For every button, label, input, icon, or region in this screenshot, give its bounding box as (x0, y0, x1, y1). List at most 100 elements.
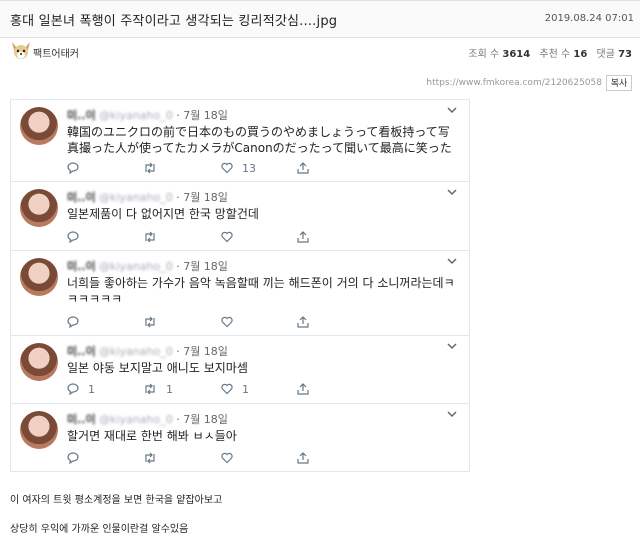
reply-icon (67, 452, 79, 465)
comments-count: 73 (618, 49, 632, 60)
retweet-button[interactable] (143, 161, 166, 175)
tweet-author-handle: @kiyanaho_0 (99, 260, 173, 273)
tweet-avatar (20, 189, 58, 227)
reply-icon (67, 316, 79, 329)
post-body-line: 이 여자의 트윗 평소계정을 보면 한국을 얕잡아보고 (10, 495, 223, 506)
tweet-avatar (20, 107, 58, 145)
likes-label: 추천 수 (539, 49, 571, 60)
share-icon (297, 452, 309, 464)
tweet-card: 미..이 @kiyanaho_0 · 7월 18일 너희들 좋아하는 가수가 음… (10, 250, 470, 336)
post-url[interactable]: https://www.fmkorea.com/2120625058 (426, 78, 602, 88)
author-name[interactable]: 팩트어태커 (33, 45, 79, 60)
tweet-author-name: 미..이 (67, 345, 96, 358)
tweet-author-name: 미..이 (67, 260, 96, 273)
retweet-button[interactable]: 1 (143, 382, 173, 396)
tweet-author-name: 미..이 (67, 413, 96, 426)
like-count: 1 (242, 382, 249, 396)
reply-icon (67, 162, 79, 175)
tweet-actions: 1 1 1 (67, 382, 367, 396)
share-button[interactable] (297, 230, 309, 243)
tweet-author-name: 미..이 (67, 109, 96, 122)
reply-button[interactable]: 1 (67, 382, 95, 396)
copy-url-button[interactable]: 복사 (606, 75, 632, 91)
tweet-header: 미..이 @kiyanaho_0 · 7월 18일 (67, 343, 228, 359)
post-stats: 조회 수 3614 추천 수 16 댓글 73 (468, 45, 632, 60)
tweet-header: 미..이 @kiyanaho_0 · 7월 18일 (67, 189, 228, 205)
post-date: 2019.08.24 07:01 (544, 13, 634, 24)
tweet-actions (67, 451, 367, 465)
share-icon (297, 162, 309, 174)
tweet-date: · 7월 18일 (176, 191, 228, 204)
like-button[interactable]: 13 (221, 161, 256, 175)
heart-icon (221, 383, 233, 395)
reply-button[interactable] (67, 230, 88, 244)
retweet-button[interactable] (143, 451, 166, 465)
heart-icon (221, 316, 233, 328)
share-button[interactable] (297, 161, 309, 174)
chevron-down-icon[interactable] (447, 106, 457, 114)
tweet-date: · 7월 18일 (176, 413, 228, 426)
retweet-button[interactable] (143, 315, 166, 329)
tweet-avatar (20, 411, 58, 449)
tweet-text: 할거면 재대로 한번 해봐 ㅂㅅ들아 (67, 429, 237, 443)
share-button[interactable] (297, 451, 309, 464)
tweet-text: 일본제품이 다 없어지면 한국 망할건데 (67, 207, 259, 221)
views-label: 조회 수 (468, 49, 500, 60)
reply-count: 1 (88, 382, 95, 396)
share-icon (297, 316, 309, 328)
tweet-avatar (20, 343, 58, 381)
like-count: 13 (242, 161, 256, 175)
share-icon (297, 383, 309, 395)
tweet-author-handle: @kiyanaho_0 (99, 413, 173, 426)
author-avatar-icon[interactable] (10, 41, 32, 61)
tweet-author-handle: @kiyanaho_0 (99, 109, 173, 122)
chevron-down-icon[interactable] (447, 188, 457, 196)
tweet-text: 너희들 좋아하는 가수가 음악 녹음할때 끼는 해드폰이 거의 다 소니꺼라는데… (67, 276, 455, 306)
heart-icon (221, 162, 233, 174)
retweet-count: 1 (166, 382, 173, 396)
retweet-icon (145, 316, 155, 328)
share-button[interactable] (297, 315, 309, 328)
tweet-actions (67, 315, 367, 329)
tweet-author-handle: @kiyanaho_0 (99, 191, 173, 204)
chevron-down-icon[interactable] (447, 342, 457, 350)
reply-icon (67, 383, 79, 396)
reply-button[interactable] (67, 161, 88, 175)
comments-label: 댓글 (596, 49, 615, 60)
reply-button[interactable] (67, 451, 88, 465)
chevron-down-icon[interactable] (447, 257, 457, 265)
tweet-date: · 7월 18일 (176, 260, 228, 273)
retweet-icon (145, 231, 155, 243)
tweet-header: 미..이 @kiyanaho_0 · 7월 18일 (67, 411, 228, 427)
tweet-text: 韓国のユニクロの前で日本のもの買うのやめましょうって看板持って写真撮った人が使っ… (67, 125, 452, 155)
reply-icon (67, 231, 79, 244)
share-icon (297, 231, 309, 243)
tweet-header: 미..이 @kiyanaho_0 · 7월 18일 (67, 107, 228, 123)
retweet-button[interactable] (143, 230, 166, 244)
tweet-card: 미..이 @kiyanaho_0 · 7월 18일 일본제품이 다 없어지면 한… (10, 181, 470, 251)
tweet-actions (67, 230, 367, 244)
tweet-card: 미..이 @kiyanaho_0 · 7월 18일 일본 야동 보지말고 애니도… (10, 335, 470, 404)
tweet-header: 미..이 @kiyanaho_0 · 7월 18일 (67, 258, 228, 274)
tweet-date: · 7월 18일 (176, 345, 228, 358)
tweet-date: · 7월 18일 (176, 109, 228, 122)
tweet-text: 일본 야동 보지말고 애니도 보지마셈 (67, 361, 248, 375)
like-button[interactable]: 1 (221, 382, 249, 396)
reply-button[interactable] (67, 315, 88, 329)
tweet-card: 미..이 @kiyanaho_0 · 7월 18일 韓国のユニクロの前で日本のも… (10, 99, 470, 182)
retweet-icon (145, 162, 155, 174)
chevron-down-icon[interactable] (447, 410, 457, 418)
like-button[interactable] (221, 451, 242, 465)
tweet-author-name: 미..이 (67, 191, 96, 204)
author-row: 팩트어태커 조회 수 3614 추천 수 16 댓글 73 (0, 38, 640, 64)
post-title[interactable]: 홍대 일본녀 폭행이 주작이라고 생각되는 킹리적갓심....jpg (10, 10, 337, 29)
heart-icon (221, 231, 233, 243)
like-button[interactable] (221, 315, 242, 329)
tweet-actions: 13 (67, 161, 367, 175)
like-button[interactable] (221, 230, 242, 244)
retweet-icon (145, 452, 155, 464)
views-count: 3614 (502, 49, 531, 60)
tweet-card: 미..이 @kiyanaho_0 · 7월 18일 할거면 재대로 한번 해봐 … (10, 403, 470, 472)
post-title-bar: 홍대 일본녀 폭행이 주작이라고 생각되는 킹리적갓심....jpg 2019.… (0, 0, 640, 38)
share-button[interactable] (297, 382, 309, 395)
